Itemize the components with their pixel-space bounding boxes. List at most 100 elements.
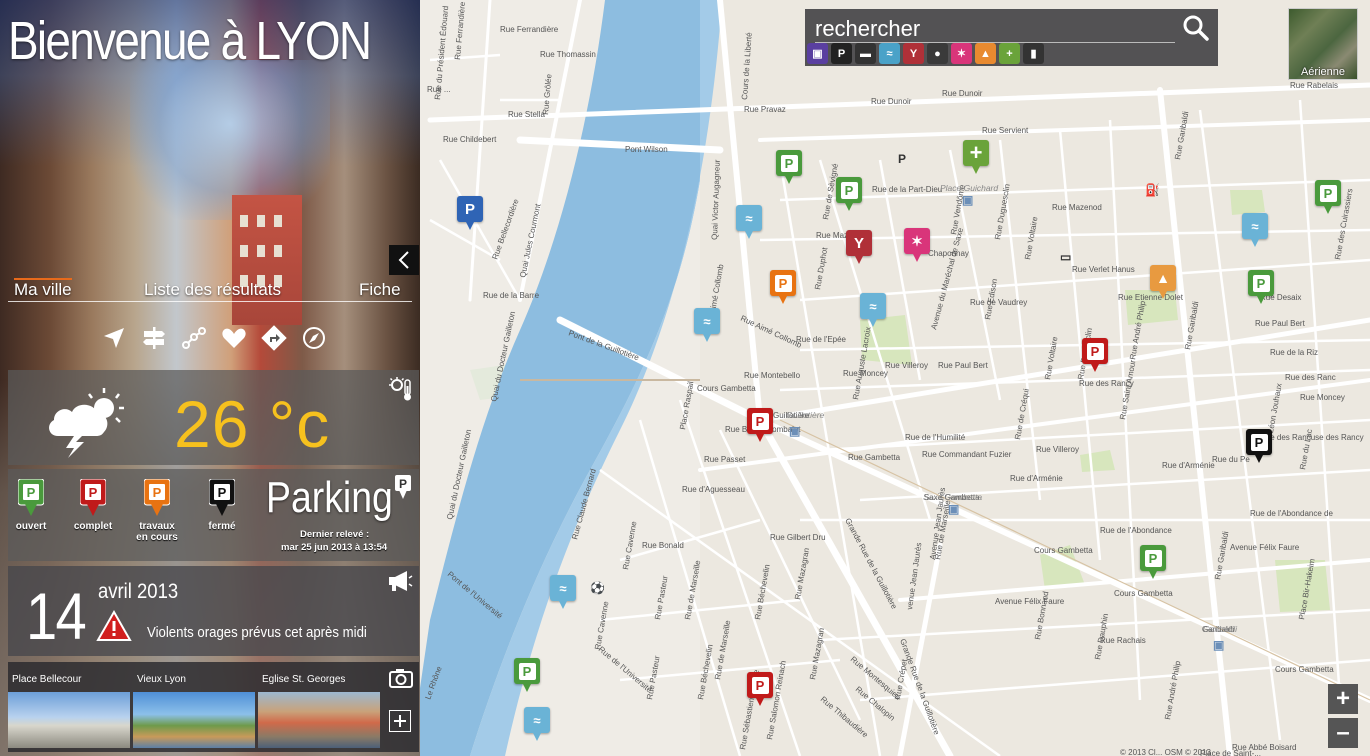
map-marker-pool[interactable]: ≈ bbox=[1242, 213, 1268, 249]
tool-icons bbox=[98, 322, 330, 354]
bus-filter-button[interactable]: ▣bus-icon bbox=[807, 43, 828, 64]
photo-thumb[interactable]: Vieux Lyon bbox=[133, 674, 255, 750]
map-marker-parking-open[interactable]: P bbox=[1315, 180, 1341, 216]
pool-filter-button[interactable]: ≈pool-icon bbox=[879, 43, 900, 64]
svg-text:Rue d'Arménie: Rue d'Arménie bbox=[1162, 461, 1215, 470]
svg-text:Rue de Vaudrey: Rue de Vaudrey bbox=[970, 298, 1027, 307]
map-marker-parking-open[interactable]: P bbox=[1248, 270, 1274, 306]
sport-icon-glyph: ✶ bbox=[956, 48, 967, 60]
card-filter-button[interactable]: ▬card-icon bbox=[855, 43, 876, 64]
svg-text:Place Guichard: Place Guichard bbox=[940, 183, 998, 193]
alert-month: avril 2013 bbox=[98, 580, 179, 603]
parking-filter-button[interactable]: Pparking-icon bbox=[831, 43, 852, 64]
map-marker-parking-full[interactable]: P bbox=[747, 408, 773, 444]
bar-filter-button[interactable]: Ybar-icon bbox=[903, 43, 924, 64]
sport-filter-button[interactable]: ✶sport-icon bbox=[951, 43, 972, 64]
map-marker-parking-blue[interactable]: P bbox=[457, 196, 483, 232]
parking-icon[interactable]: P bbox=[898, 152, 906, 166]
svg-text:Rue Gambetta: Rue Gambetta bbox=[848, 453, 901, 462]
svg-text:Cours Gambetta: Cours Gambetta bbox=[1275, 665, 1334, 674]
fuel-filter-button[interactable]: ▮fuel-icon bbox=[1023, 43, 1044, 64]
map-marker-health[interactable]: + bbox=[963, 140, 989, 176]
signpost-button[interactable] bbox=[138, 322, 170, 354]
route-icon bbox=[182, 327, 206, 349]
parking-icon[interactable]: P bbox=[395, 475, 411, 499]
svg-text:Rue Thomassin: Rue Thomassin bbox=[540, 50, 596, 59]
photo-thumb[interactable]: Place Bellecour bbox=[8, 674, 130, 750]
map-marker-parking-full[interactable]: P bbox=[1082, 338, 1108, 374]
announcements-button[interactable] bbox=[387, 570, 413, 597]
locate-button[interactable] bbox=[98, 322, 130, 354]
svg-text:Rue des Rancuse des Rancy: Rue des Rancuse des Rancy bbox=[1260, 433, 1364, 442]
map-marker-parking-full[interactable]: P bbox=[747, 672, 773, 708]
parking-pin-icon: P bbox=[17, 478, 45, 517]
parking-last-reading-value: mar 25 jun 2013 à 13:54 bbox=[281, 542, 388, 553]
svg-text:Cours Gambetta: Cours Gambetta bbox=[1114, 589, 1173, 598]
svg-text:Rue Moncey: Rue Moncey bbox=[1300, 393, 1345, 402]
search-button[interactable] bbox=[1181, 13, 1211, 43]
warning-triangle bbox=[96, 609, 132, 641]
svg-text:Rue de la Barre: Rue de la Barre bbox=[483, 291, 540, 300]
parking-pin-icon: P bbox=[208, 478, 236, 517]
zoom-in-button[interactable]: + bbox=[1328, 684, 1358, 714]
map-marker-parking-open[interactable]: P bbox=[1140, 545, 1166, 581]
fuel-icon[interactable]: ⛽ bbox=[1145, 183, 1160, 197]
map-marker-park[interactable]: ▲ bbox=[1150, 265, 1176, 301]
map-marker-parking-open[interactable]: P bbox=[514, 658, 540, 694]
svg-text:Rue Villeroy: Rue Villeroy bbox=[1036, 445, 1079, 454]
compass-button[interactable] bbox=[298, 322, 330, 354]
collapse-panel-button[interactable] bbox=[389, 245, 419, 275]
health-filter-button[interactable]: +health-icon bbox=[999, 43, 1020, 64]
svg-text:Rue Villeroy: Rue Villeroy bbox=[885, 361, 928, 370]
parking-last-reading-label: Dernier relevé : bbox=[300, 529, 370, 540]
svg-text:P: P bbox=[399, 477, 407, 491]
card-icon[interactable]: ▭ bbox=[1060, 250, 1071, 264]
map-marker-sport[interactable]: ✶ bbox=[904, 228, 930, 264]
map-marker-bar[interactable]: Y bbox=[846, 230, 872, 266]
map-marker-pool[interactable]: ≈ bbox=[736, 205, 762, 241]
photo-thumb[interactable]: Eglise St. Georges bbox=[258, 674, 380, 750]
camera-button[interactable] bbox=[389, 668, 413, 693]
directions-button[interactable] bbox=[258, 322, 290, 354]
map-marker-parking-closed[interactable]: P bbox=[1246, 429, 1272, 465]
parking-pin-icon: P bbox=[395, 475, 411, 499]
svg-text:Rue Verlet Hanus: Rue Verlet Hanus bbox=[1072, 265, 1135, 274]
svg-text:Rue Bonald: Rue Bonald bbox=[642, 541, 684, 550]
bar-icon-glyph: Y bbox=[909, 47, 918, 60]
tab-ma-ville[interactable]: Ma ville bbox=[14, 278, 72, 300]
favorites-button[interactable] bbox=[218, 322, 250, 354]
weather-settings-button[interactable] bbox=[389, 376, 413, 407]
park-filter-button[interactable]: ▲park-icon bbox=[975, 43, 996, 64]
svg-text:Rue Rabelais: Rue Rabelais bbox=[1290, 81, 1338, 90]
tram-icon[interactable]: ▣ bbox=[962, 193, 973, 207]
park-icon-glyph: ▲ bbox=[980, 47, 991, 60]
add-photo-button[interactable] bbox=[389, 710, 411, 732]
alert-card: 14 avril 2013 Violents orages prévus cet… bbox=[8, 566, 419, 656]
map-marker-pool[interactable]: ≈ bbox=[694, 308, 720, 344]
parking-icon-glyph: P bbox=[837, 47, 846, 60]
svg-text:Garibaldi: Garibaldi bbox=[1203, 624, 1238, 634]
map-marker-parking-open[interactable]: P bbox=[776, 150, 802, 186]
tab-liste-resultats[interactable]: Liste des résultats bbox=[144, 280, 281, 300]
aerial-view-toggle[interactable]: Aérienne bbox=[1288, 8, 1358, 80]
parking-legend-label: complet bbox=[73, 521, 113, 532]
tram-icon[interactable]: ▣ bbox=[1213, 638, 1224, 652]
zoom-out-button[interactable]: – bbox=[1328, 718, 1358, 748]
map-marker-pool[interactable]: ≈ bbox=[524, 707, 550, 743]
search-input[interactable] bbox=[815, 15, 1175, 43]
route-button[interactable] bbox=[178, 322, 210, 354]
football-filter-button[interactable]: ●football-icon bbox=[927, 43, 948, 64]
map-marker-pool[interactable]: ≈ bbox=[860, 293, 886, 329]
tab-fiche[interactable]: Fiche bbox=[359, 280, 401, 300]
tram-icon[interactable]: ▣ bbox=[789, 424, 800, 438]
map-marker-pool[interactable]: ≈ bbox=[550, 575, 576, 611]
map-marker-parking-works[interactable]: P bbox=[770, 270, 796, 306]
health-icon-glyph: + bbox=[1006, 47, 1013, 60]
tram-icon[interactable]: ▣ bbox=[948, 502, 959, 516]
map-marker-parking-open[interactable]: P bbox=[836, 177, 862, 213]
card-icon-glyph: ▬ bbox=[860, 47, 871, 60]
photo-vieux-lyon bbox=[133, 692, 255, 748]
category-filter-row: ▣bus-iconPparking-icon▬card-icon≈pool-ic… bbox=[807, 43, 1044, 64]
svg-text:Pont Wilson: Pont Wilson bbox=[625, 145, 668, 154]
football-icon[interactable]: ⚽ bbox=[590, 581, 605, 595]
